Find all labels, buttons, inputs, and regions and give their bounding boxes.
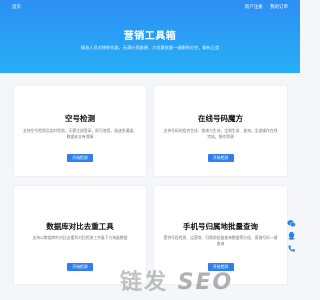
tool-card-number-cube: 在线号码魔方 支持号码的组合生成、查询与生成，定制生成、查询，全部操作在线完成，… [153, 85, 288, 177]
watermark-seo-text: SEO [177, 270, 234, 295]
card-title: 手机号归属地批量查询 [183, 222, 258, 231]
tool-card-empty-number-check: 空号检测 支持空号检测及实时检测，无需注册登录，即可使用，极速多通道，数据安全有… [13, 85, 147, 177]
phone-icon[interactable] [287, 244, 296, 253]
card-description: 支持空号检测及实时检测，无需注册登录，即可使用，极速多通道，数据安全有保障 [23, 129, 137, 139]
nav-register-link[interactable]: 新户注册 [245, 4, 263, 9]
card-title: 空号检测 [65, 114, 95, 123]
wechat-icon[interactable] [287, 219, 296, 228]
page-title: 营销工具箱 [123, 31, 177, 42]
card-description: 提供号段检测、运营商、归属地批量查询数据等分组、直辖号码一键查询 [163, 236, 278, 246]
card-description: 支持以数据库的对比去重到对比检测工作量下方海量数据 [32, 236, 128, 240]
nav-home-link[interactable]: 首页 [12, 4, 21, 10]
hero-banner: 首页 新户注册 我的订单 营销工具箱 精准人员对接转化路，无满分思路便，大批量批… [0, 0, 300, 73]
watermark-logo: 链发 SEO [120, 264, 300, 298]
start-check-button[interactable]: 开始检测 [67, 263, 93, 271]
card-description: 支持号码的组合生成、查询与生成，定制生成、查询，全部操作在线完成，操作简便 [163, 129, 278, 139]
qq-icon[interactable] [287, 231, 296, 240]
nav-right: 新户注册 我的订单 [239, 4, 288, 10]
top-nav: 首页 新户注册 我的订单 [12, 4, 288, 14]
page-subtitle: 精准人员对接转化路，无满分思路便，大批量批量—键删掉对空，剩有正道 [80, 45, 220, 50]
card-title: 数据库对比去重工具 [46, 222, 114, 231]
nav-orders-link[interactable]: 我的订单 [270, 4, 288, 9]
start-check-button[interactable]: 开始检测 [207, 154, 234, 162]
card-title: 在线号码魔方 [198, 114, 243, 123]
watermark-main-text: 链发 [120, 270, 169, 295]
start-check-button[interactable]: 开始检测 [67, 154, 93, 162]
